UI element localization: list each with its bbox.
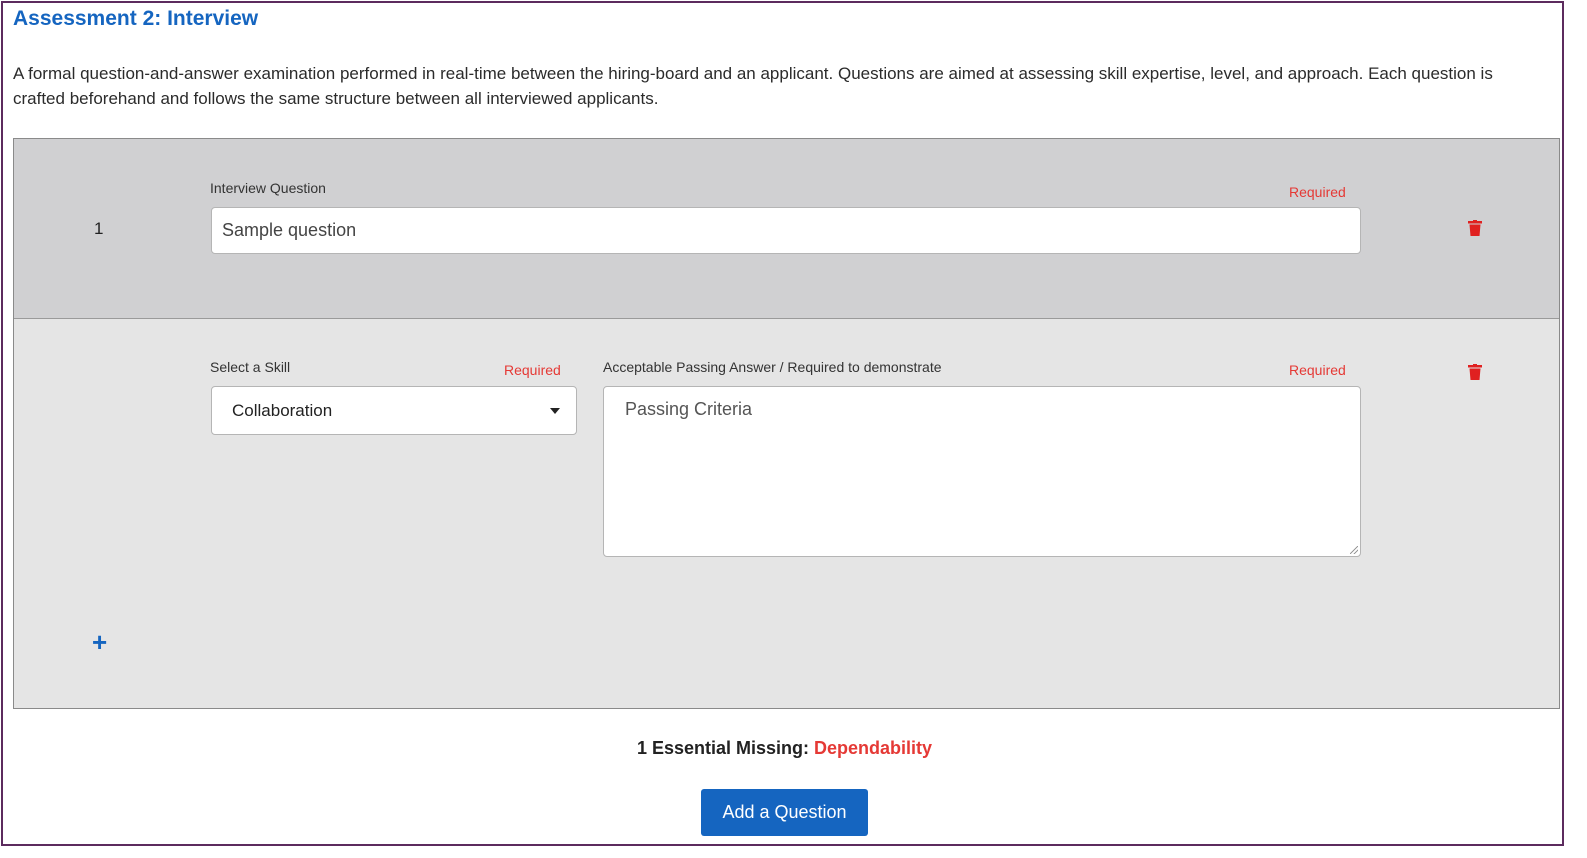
answer-required-label: Required bbox=[1289, 362, 1346, 378]
missing-prefix: 1 Essential Missing: bbox=[636, 738, 809, 758]
skill-row: Select a Skill Required Collaboration Ac… bbox=[14, 319, 1559, 708]
page-title: Assessment 2: Interview bbox=[13, 7, 259, 30]
question-label: Interview Question bbox=[210, 180, 326, 196]
question-number: 1 bbox=[94, 219, 104, 238]
missing-essentials-status: 1 Essential Missing: Dependability bbox=[3, 738, 1566, 759]
question-input[interactable]: Sample question bbox=[211, 207, 1361, 254]
trash-icon[interactable] bbox=[1468, 220, 1482, 236]
plus-icon[interactable]: + bbox=[92, 629, 107, 655]
skill-label: Select a Skill bbox=[210, 359, 291, 375]
question-required-label: Required bbox=[1289, 184, 1346, 200]
add-question-button[interactable]: Add a Question bbox=[701, 789, 868, 836]
assessment-description: A formal question-and-answer examination… bbox=[13, 64, 1493, 108]
question-card: 1 Interview Question Required Sample que… bbox=[13, 138, 1560, 709]
assessment-panel: Assessment 2: Interview A formal questio… bbox=[1, 1, 1564, 846]
question-header: 1 Interview Question Required Sample que… bbox=[14, 139, 1559, 319]
missing-skill: Dependability bbox=[814, 738, 933, 758]
skill-select[interactable]: Collaboration bbox=[211, 386, 577, 435]
resize-handle[interactable] bbox=[1350, 546, 1358, 554]
answer-label: Acceptable Passing Answer / Required to … bbox=[603, 359, 942, 375]
skill-select-value: Collaboration bbox=[232, 400, 333, 420]
passing-answer-textarea[interactable]: Passing Criteria bbox=[603, 386, 1361, 557]
skill-required-label: Required bbox=[504, 362, 561, 378]
passing-answer-placeholder: Passing Criteria bbox=[625, 399, 753, 419]
trash-icon[interactable] bbox=[1468, 364, 1482, 380]
chevron-down-icon bbox=[550, 408, 560, 414]
